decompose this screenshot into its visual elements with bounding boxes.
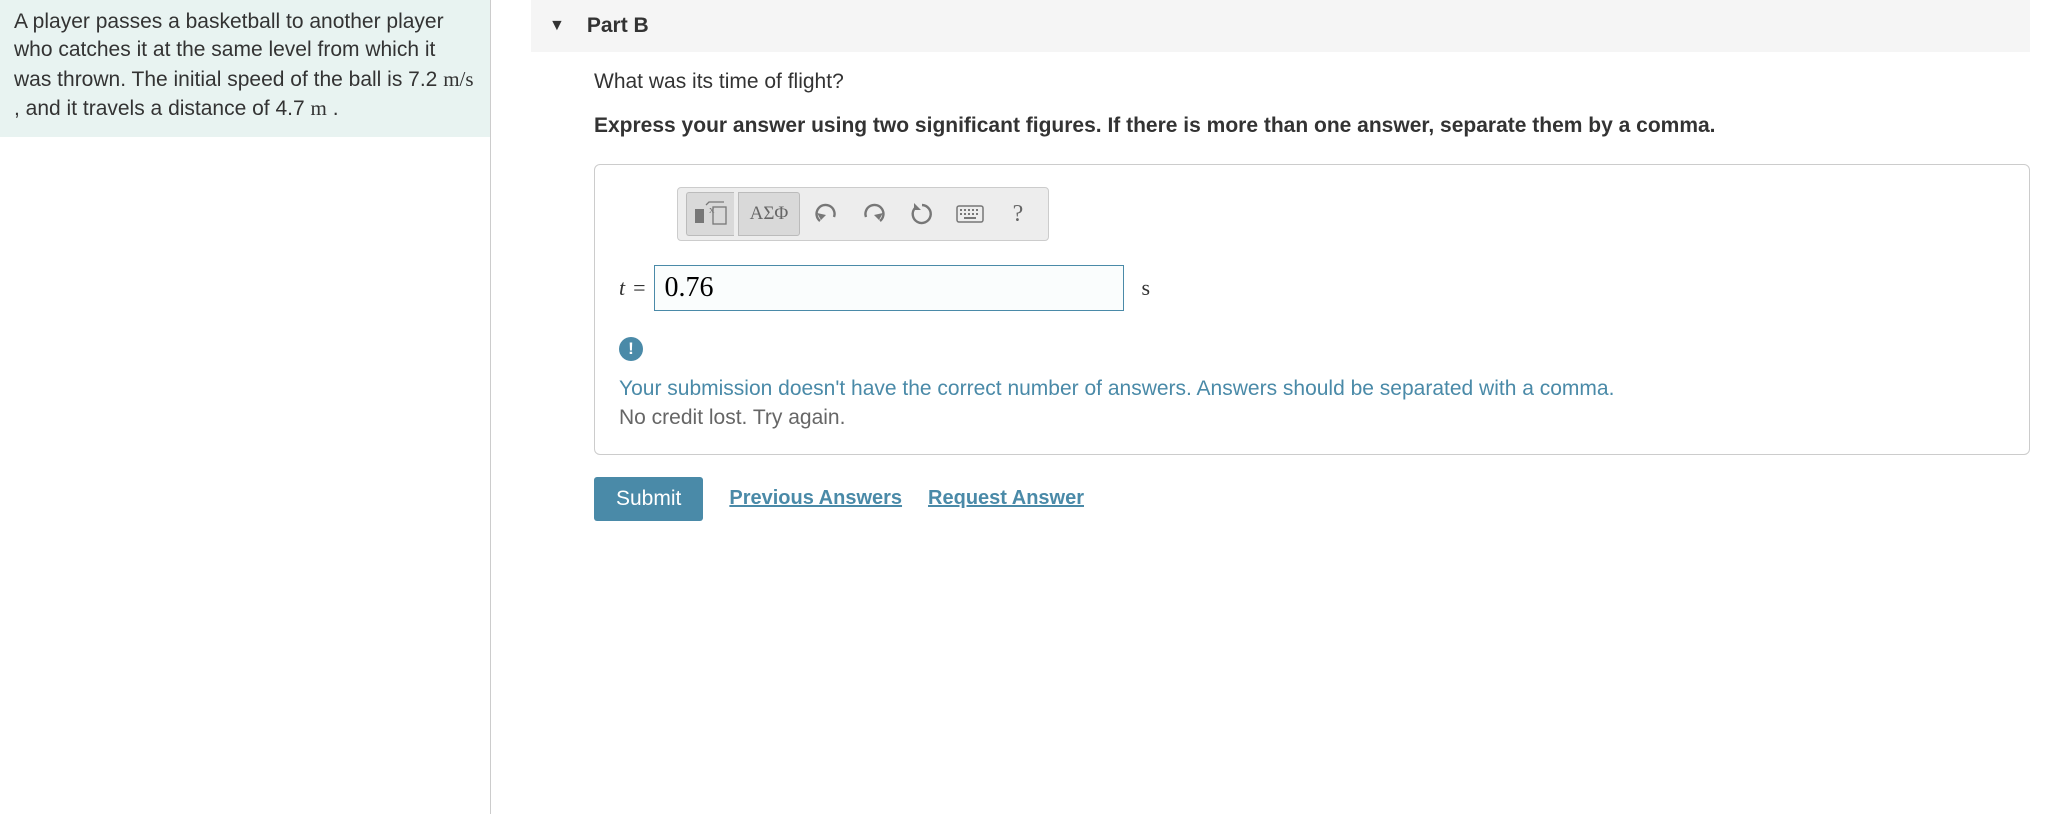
request-answer-link[interactable]: Request Answer [928, 487, 1084, 510]
problem-text-mid: , and it travels a distance of 4.7 [14, 97, 311, 120]
feedback-message: Your submission doesn't have the correct… [619, 375, 2005, 403]
template-icon: x [694, 201, 728, 227]
collapse-arrow-icon: ▼ [549, 17, 565, 35]
reset-button[interactable] [900, 192, 944, 236]
speed-unit: m/s [443, 67, 473, 91]
page-container: A player passes a basketball to another … [0, 0, 2050, 814]
redo-button[interactable] [852, 192, 896, 236]
redo-icon [862, 203, 886, 225]
left-panel: A player passes a basketball to another … [0, 0, 490, 814]
help-button[interactable]: ? [996, 192, 1040, 236]
equation-toolbar: x ΑΣΦ [677, 187, 1049, 241]
svg-text:x: x [709, 204, 715, 216]
reset-icon [910, 202, 934, 226]
problem-text-pre: A player passes a basketball to another … [14, 10, 444, 91]
instructions-text: Express your answer using two significan… [594, 112, 2030, 140]
greek-symbols-button[interactable]: ΑΣΦ [738, 192, 800, 236]
part-content: What was its time of flight? Express you… [536, 70, 2030, 521]
undo-button[interactable] [804, 192, 848, 236]
actions-row: Submit Previous Answers Request Answer [594, 477, 2030, 521]
warning-icon: ! [619, 337, 643, 361]
keyboard-button[interactable] [948, 192, 992, 236]
submit-button[interactable]: Submit [594, 477, 703, 521]
part-header[interactable]: ▼ Part B [531, 0, 2030, 52]
equals-sign: = [633, 275, 645, 301]
part-title: Part B [587, 14, 649, 38]
answer-box: x ΑΣΦ [594, 164, 2030, 454]
templates-button[interactable]: x [686, 192, 734, 236]
answer-input-row: t = s [619, 265, 2005, 311]
right-panel: ▼ Part B What was its time of flight? Ex… [490, 0, 2050, 814]
variable-label: t [619, 275, 625, 301]
problem-statement: A player passes a basketball to another … [0, 0, 490, 137]
answer-unit: s [1142, 275, 1151, 301]
problem-text-post: . [327, 97, 339, 120]
question-text: What was its time of flight? [594, 70, 2030, 94]
feedback-sub: No credit lost. Try again. [619, 406, 2005, 430]
previous-answers-link[interactable]: Previous Answers [729, 487, 902, 510]
keyboard-icon [956, 205, 984, 223]
undo-icon [814, 203, 838, 225]
distance-unit: m [311, 96, 327, 120]
answer-input[interactable] [654, 265, 1124, 311]
